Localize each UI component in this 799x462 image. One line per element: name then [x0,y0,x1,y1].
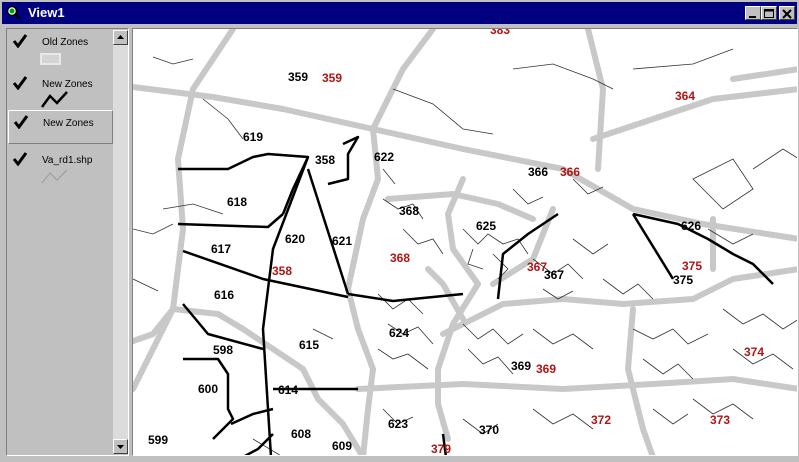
scroll-down-button[interactable] [113,439,128,454]
check-icon[interactable] [12,34,28,48]
black-line-symbol-icon [40,91,68,108]
old-zone-label: 383 [490,28,511,37]
new-zone-label: 608 [291,427,312,441]
legend-item-new-zones-labels[interactable]: New Zones [8,110,113,144]
maximize-icon [764,9,774,18]
maximize-button[interactable] [761,6,777,20]
minimize-icon [749,16,756,18]
view-window: View1 Old Zones New Zones New Zones Va_r… [0,0,799,462]
old-zone-label: 359 [322,71,343,85]
legend-scrollbar[interactable] [113,30,128,454]
old-zone-label: 379 [431,442,452,456]
legend-item-old-zones[interactable]: Old Zones [8,30,113,70]
legend-panel: Old Zones New Zones New Zones Va_rd1.shp [6,28,129,456]
new-zone-label: 614 [278,383,299,397]
new-zone-label: 369 [511,359,532,373]
new-zone-label: 617 [211,242,232,256]
minimize-button[interactable] [745,6,761,20]
new-zone-label: 370 [479,423,500,437]
map-layers [133,29,797,455]
legend-label: Old Zones [42,37,89,48]
new-zone-label: 625 [476,219,497,233]
window-title: View1 [28,5,65,20]
gray-line-symbol-icon [41,169,68,184]
old-zone-label: 375 [682,259,703,273]
new-zone-label: 620 [285,232,306,246]
new-zone-label: 624 [389,326,410,340]
legend-item-new-zones[interactable]: New Zones [8,72,113,108]
old-zone-roads [133,29,797,455]
arrow-up-icon [117,35,124,39]
legend-label: New Zones [43,118,94,129]
old-zone-label: 366 [560,165,581,179]
title-bar[interactable]: View1 [2,2,797,24]
new-zone-boundaries [177,135,774,455]
gray-rectangle-symbol-icon [40,53,61,65]
check-icon[interactable] [12,76,28,90]
new-zone-label: 618 [227,195,248,209]
legend-item-va-rd1[interactable]: Va_rd1.shp [8,148,113,188]
new-zone-label: 368 [399,204,420,218]
new-zone-label: 615 [299,338,320,352]
legend-label: Va_rd1.shp [42,155,93,166]
close-icon [782,9,792,19]
magnifier-icon [6,5,21,20]
local-roads [133,48,797,455]
new-zone-label: 619 [243,130,264,144]
new-zone-label: 616 [214,288,235,302]
old-zone-label: 368 [390,251,411,265]
map-canvas[interactable]: 383 359 364 366 368 358 367 375 374 369 … [132,28,798,456]
new-zone-label: 359 [288,70,309,84]
old-zone-label: 374 [744,345,765,359]
new-zone-label: 623 [388,417,409,431]
legend-list: Old Zones New Zones New Zones Va_rd1.shp [8,30,113,454]
new-zone-label: 598 [213,343,234,357]
new-zone-label: 375 [673,273,694,287]
close-button[interactable] [779,6,795,20]
old-zone-label: 358 [272,264,293,278]
old-zone-label: 369 [536,362,557,376]
new-zone-label: 626 [681,219,702,233]
new-zone-label: 609 [332,439,353,453]
new-zone-label: 599 [148,433,169,447]
scroll-up-button[interactable] [113,30,128,45]
arrow-down-icon [117,445,124,449]
new-zone-label: 621 [332,234,353,248]
old-zone-label: 364 [675,89,696,103]
new-zone-label: 622 [374,150,395,164]
check-icon[interactable] [12,152,28,166]
new-zone-label: 358 [315,153,336,167]
old-zone-label: 372 [591,413,612,427]
old-zone-label: 373 [710,413,731,427]
new-zone-label: 367 [544,268,565,282]
legend-label: New Zones [42,79,93,90]
new-zone-label: 600 [198,382,219,396]
new-zone-label: 366 [528,165,549,179]
check-icon[interactable] [13,115,29,129]
